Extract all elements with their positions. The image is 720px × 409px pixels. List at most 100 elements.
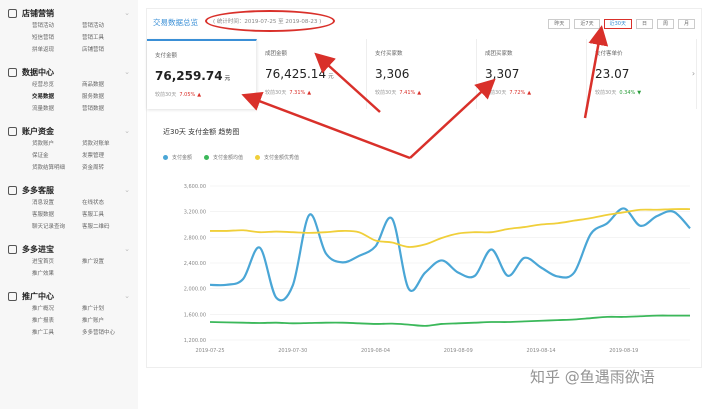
sidebar-item[interactable]: 进宝首页 [32,258,82,267]
sidebar-item[interactable]: 短信营销 [32,34,82,43]
sidebar-section: 推广中心 ⌄ 推广概况 推广计划 推广报表 推广账户 推广工具 多多营销中心 [8,289,138,338]
sidebar-item[interactable]: 流量数据 [32,105,82,114]
sidebar-section-title: 数据中心 [22,67,54,77]
sidebar-item[interactable]: 货款结算明细 [32,164,82,173]
range-selector: 昨天 近7天 近30天日周月 [548,19,695,29]
kpi-number: 3,307 [485,67,520,81]
sidebar-item[interactable]: 营销数据 [82,105,132,114]
sidebar-item[interactable]: 经营总览 [32,81,82,90]
kpi-label: 成团买家数 [485,51,513,57]
range-button[interactable]: 日 [635,19,653,29]
chevron-down-icon: ⌄ [124,186,130,194]
legend-dot [255,155,261,160]
sidebar-section-head[interactable]: 账户资金 ⌄ [8,124,138,138]
sidebar-section: 店铺营销 ⌄ 营销活动 营销活动 短信营销 营销工具 拼单返现 店铺营销 [8,6,138,55]
section-icon [8,67,17,77]
kpi-unit: 元 [224,76,231,82]
sidebar-section-head[interactable]: 店铺营销 ⌄ [8,6,138,20]
legend-label: 支付金额均值 [213,155,244,161]
sidebar-item[interactable]: 货款账户 [32,140,82,149]
kpi-compare: 较前30天 7.31% [265,89,358,96]
kpi-number: 76,425.14 [265,67,327,81]
sidebar-item[interactable]: 在线状态 [82,199,132,208]
sidebar-item[interactable]: 营销工具 [82,34,132,43]
chevron-down-icon: ⌄ [124,292,130,300]
kpi-change-pct: 7.41% [399,90,421,96]
kpi-change-pct: 7.05% [179,92,201,98]
kpi-unit: 元 [328,74,334,80]
kpi-value: 23.07 [595,67,688,81]
legend-entry[interactable]: 支付金额优秀值 [255,154,299,161]
sidebar-item[interactable]: 发票管理 [82,152,132,161]
kpi-compare: 较前30天 7.41% [375,89,468,96]
kpi-card[interactable]: 成团金额 76,425.14 元较前30天 7.31% [257,39,367,109]
sidebar-item[interactable]: 客服二维码 [82,223,132,232]
sidebar-item[interactable]: 营销活动 [32,22,82,31]
sidebar-section-head[interactable]: 数据中心 ⌄ [8,65,138,79]
sidebar-section-head[interactable]: 多多客服 ⌄ [8,183,138,197]
sidebar-item[interactable]: 客服工具 [82,211,132,220]
sidebar-section: 数据中心 ⌄ 经营总览 商品数据 交易数据 服务数据 流量数据 营销数据 [8,65,138,114]
sidebar-item[interactable]: 货款对账单 [82,140,132,149]
sidebar-item[interactable]: 推广概况 [32,305,82,314]
sidebar-item[interactable]: 推广计划 [82,305,132,314]
kpi-card[interactable]: 支付买家数 3,306 较前30天 7.41% [367,39,477,109]
kpi-row: 支付金额76,259.74元较前30天7.05%成团金额76,425.14元较前… [147,39,703,109]
chart-legend: 支付金额 支付金额均值 支付金额优秀值 [163,154,299,161]
sidebar-section-title: 推广中心 [22,291,54,301]
sidebar-item[interactable]: 店铺营销 [82,46,132,55]
legend-entry[interactable]: 支付金额 [163,154,192,161]
sidebar-section-head[interactable]: 多多进宝 ⌄ [8,242,138,256]
sidebar-item[interactable]: 聊天记录查询 [32,223,82,232]
range-button[interactable]: 近7天 [574,19,600,29]
sidebar-item[interactable]: 推广报表 [32,317,82,326]
chevron-down-icon: ⌄ [124,68,130,76]
trade-data-panel: 交易数据总览 ( 统计时间：2019-07-25 至 2019-08-23 ) … [146,8,702,368]
legend-entry[interactable]: 支付金额均值 [204,154,243,161]
trend-chart-title: 近30天 支付金额 趋势图 [163,128,240,136]
kpi-change-pct: 7.72% [509,90,531,96]
legend-label: 支付金额优秀值 [264,155,300,161]
sidebar-item[interactable]: 推广账户 [82,317,132,326]
range-button[interactable]: 昨天 [548,19,571,29]
kpi-value: 76,259.74 元 [155,69,248,83]
annotation-oval [205,10,335,32]
section-icon [8,8,17,18]
kpi-card[interactable]: 支付金额 76,259.74 元较前30天 7.05% [147,39,257,109]
kpi-compare: 较前30天 7.72% [485,89,578,96]
sidebar-item[interactable]: 服务数据 [82,93,132,102]
kpi-change-pct: 7.31% [289,90,311,96]
chevron-down-icon: ⌄ [124,245,130,253]
legend-label: 支付金额 [172,155,193,161]
section-icon [8,291,17,301]
sidebar-item[interactable]: 推广工具 [32,329,82,338]
kpi-compare-label: 较前30天 [595,90,617,96]
sidebar-section: 多多客服 ⌄ 消息设置 在线状态 客服数据 客服工具 聊天记录查询 客服二维码 [8,183,138,232]
panel-header: 交易数据总览 ( 统计时间：2019-07-25 至 2019-08-23 ) … [147,9,701,35]
kpi-compare-label: 较前30天 [485,90,507,96]
sidebar-item[interactable]: 交易数据 [32,93,82,102]
sidebar-section-title: 多多进宝 [22,244,54,254]
kpi-number: 23.07 [595,67,630,81]
kpi-card[interactable]: 支付客单价 23.07 较前30天 0.34% [587,39,697,109]
range-button[interactable]: 月 [677,19,695,29]
kpi-number: 76,259.74 [155,69,223,83]
legend-dot [163,155,168,160]
sidebar-item[interactable]: 消息设置 [32,199,82,208]
range-button[interactable]: 周 [656,19,674,29]
sidebar-section-head[interactable]: 推广中心 ⌄ [8,289,138,303]
sidebar-item[interactable]: 多多营销中心 [82,329,132,338]
range-button[interactable]: 近30天 [603,19,632,29]
sidebar-item[interactable]: 客服数据 [32,211,82,220]
sidebar-item[interactable]: 推广效果 [32,270,82,279]
sidebar-item[interactable]: 商品数据 [82,81,132,90]
kpi-compare: 较前30天 0.34% [595,89,688,96]
chevron-right-icon[interactable]: › [689,69,698,83]
sidebar-item[interactable]: 推广设置 [82,258,132,267]
kpi-card[interactable]: 成团买家数 3,307 较前30天 7.72% [477,39,587,109]
sidebar-item[interactable]: 营销活动 [82,22,132,31]
sidebar-item[interactable]: 拼单返现 [32,46,82,55]
sidebar-item[interactable]: 保证金 [32,152,82,161]
sidebar-section: 账户资金 ⌄ 货款账户 货款对账单 保证金 发票管理 货款结算明细 资金周转 [8,124,138,173]
sidebar-item[interactable]: 资金周转 [82,164,132,173]
